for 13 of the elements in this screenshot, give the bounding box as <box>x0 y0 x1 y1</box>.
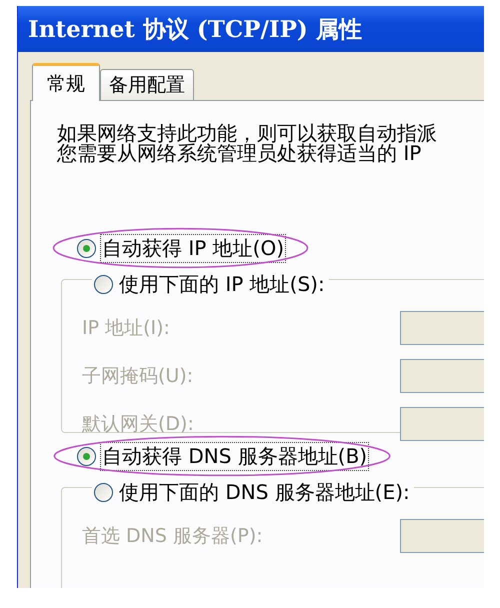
tab[interactable]: 备用配置 <box>100 69 194 100</box>
tab[interactable]: 常规 <box>32 63 100 101</box>
description-text: 如果网络支持此功能，则可以获取自动指派 <box>57 123 438 143</box>
field-label: 默认网关(D): <box>82 412 195 436</box>
field-label: IP 地址(I): <box>82 316 171 340</box>
radio-label[interactable]: 自动获得 IP 地址(O) <box>100 234 286 262</box>
window-title: Internet 协议 (TCP/IP) 属性 <box>28 14 362 44</box>
radio-label[interactable]: 使用下面的 DNS 服务器地址(E): <box>117 478 412 506</box>
radio-label[interactable]: 使用下面的 IP 地址(S): <box>117 270 327 298</box>
description-text: 您需要从网络系统管理员处获得适当的 IP <box>57 143 422 163</box>
radio-label[interactable]: 自动获得 DNS 服务器地址(B) <box>100 442 370 470</box>
field-label: 首选 DNS 服务器(P): <box>82 524 264 548</box>
field-label: 子网掩码(U): <box>82 364 194 388</box>
